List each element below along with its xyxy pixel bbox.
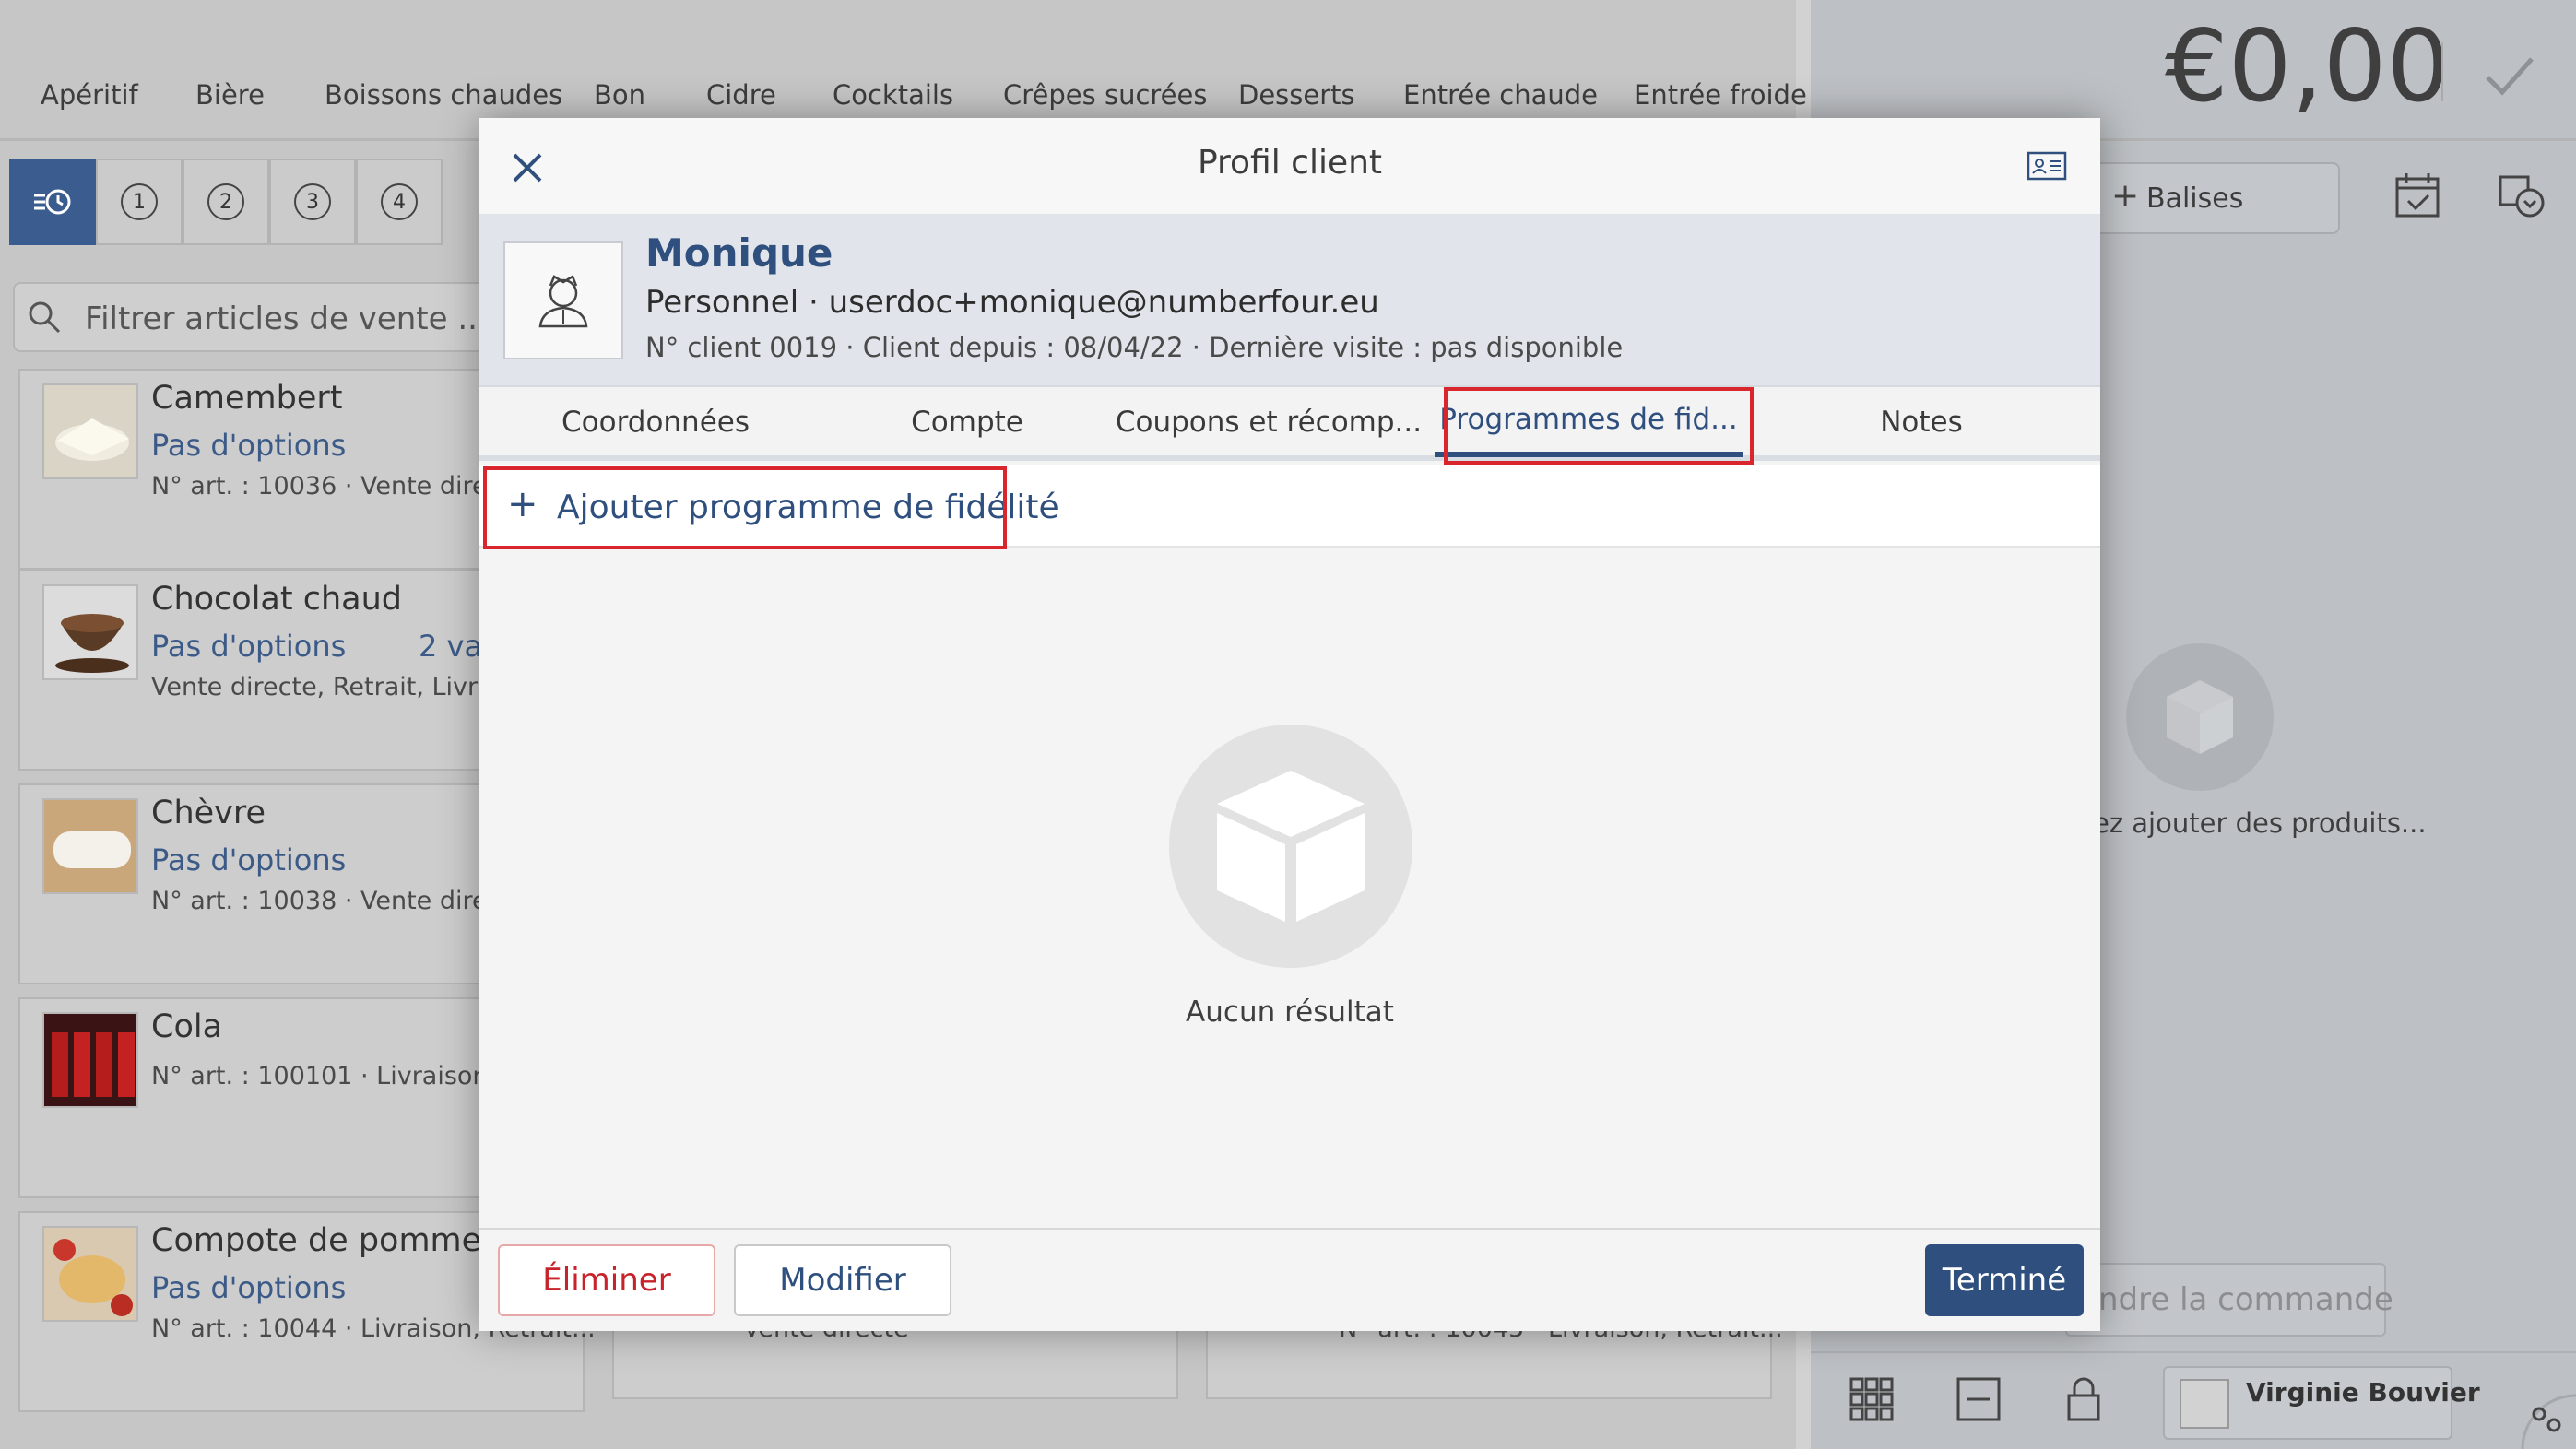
recent-list-icon bbox=[34, 189, 71, 215]
lock-icon[interactable] bbox=[2058, 1373, 2109, 1425]
category-tab-entree-chaude[interactable]: Entrée chaude bbox=[1403, 79, 1598, 111]
tab-coordonnees[interactable]: Coordonnées bbox=[479, 387, 832, 457]
total-separator bbox=[2441, 42, 2443, 101]
slot-button-2[interactable]: 2 bbox=[183, 159, 269, 245]
slot-number: 3 bbox=[294, 183, 331, 220]
category-tab-biere[interactable]: Bière bbox=[195, 79, 265, 111]
customer-details: N° client 0019 · Client depuis : 08/04/2… bbox=[645, 332, 1624, 363]
slot-number: 4 bbox=[381, 183, 418, 220]
highlight-box bbox=[483, 466, 1007, 549]
product-options: Pas d'options bbox=[151, 1270, 347, 1305]
search-icon bbox=[29, 301, 61, 334]
highlight-box bbox=[1444, 387, 1754, 465]
slot-button-4[interactable]: 4 bbox=[356, 159, 443, 245]
customer-avatar bbox=[503, 242, 623, 359]
product-name: Chèvre bbox=[151, 795, 266, 831]
transfer-icon[interactable] bbox=[2497, 170, 2548, 221]
place-order-label: ndre la commande bbox=[2098, 1281, 2393, 1318]
product-image bbox=[42, 584, 138, 680]
minus-box-icon[interactable] bbox=[1953, 1373, 2004, 1425]
settings-corner-icon[interactable] bbox=[2517, 1392, 2576, 1449]
calendar-check-icon[interactable] bbox=[2392, 170, 2443, 221]
customer-profile-dialog: Profil client Monique Personnel · userdo… bbox=[479, 118, 2100, 1331]
tags-label: Balises bbox=[2146, 183, 2244, 215]
category-tab-cidre[interactable]: Cidre bbox=[706, 79, 776, 111]
product-image bbox=[42, 383, 138, 479]
product-image bbox=[42, 1012, 138, 1108]
tab-compte[interactable]: Compte bbox=[832, 387, 1103, 457]
empty-cart-illustration bbox=[2126, 643, 2274, 791]
category-tab-desserts[interactable]: Desserts bbox=[1238, 79, 1355, 111]
tab-notes[interactable]: Notes bbox=[1743, 387, 2100, 457]
product-meta: N° art. : 10038 · Vente directe bbox=[151, 887, 526, 915]
footer-divider bbox=[1811, 1351, 2576, 1353]
delete-button[interactable]: Éliminer bbox=[498, 1244, 715, 1316]
grid-icon[interactable] bbox=[1846, 1373, 1897, 1425]
tab-coupons[interactable]: Coupons et récomp... bbox=[1103, 387, 1435, 457]
customer-type-email: Personnel · userdoc+monique@numberfour.e… bbox=[645, 284, 1379, 321]
filter-placeholder: Filtrer articles de vente ... bbox=[85, 300, 488, 337]
product-image bbox=[42, 798, 138, 894]
plus-icon: + bbox=[2111, 177, 2140, 215]
check-icon[interactable] bbox=[2482, 48, 2537, 103]
category-tab-cocktails[interactable]: Cocktails bbox=[833, 79, 953, 111]
box-icon bbox=[1217, 771, 1365, 922]
customer-name: Monique bbox=[645, 230, 833, 276]
product-name: Chocolat chaud bbox=[151, 581, 402, 618]
empty-state-illustration bbox=[1169, 724, 1412, 968]
product-options: Pas d'options bbox=[151, 629, 347, 664]
dialog-footer bbox=[479, 1228, 2100, 1331]
empty-cart-text: ez ajouter des produits... bbox=[2093, 807, 2427, 839]
product-options: Pas d'options bbox=[151, 428, 347, 463]
close-icon[interactable] bbox=[505, 146, 549, 190]
product-name: Cola bbox=[151, 1008, 223, 1045]
category-tab-boissons-chaudes[interactable]: Boissons chaudes bbox=[325, 79, 562, 111]
filter-input[interactable]: Filtrer articles de vente ... bbox=[13, 282, 511, 352]
category-tab-aperitif[interactable]: Apéritif bbox=[41, 79, 138, 111]
empty-state-text: Aucun résultat bbox=[1186, 995, 1394, 1029]
product-name: Compote de pommes bbox=[151, 1222, 499, 1259]
product-meta: Vente directe, Retrait, Livrais bbox=[151, 673, 514, 701]
user-button[interactable]: Virginie Bouvier bbox=[2163, 1366, 2480, 1440]
id-card-icon[interactable] bbox=[2027, 151, 2067, 181]
user-name: Virginie Bouvier bbox=[2246, 1377, 2480, 1408]
order-total: €0,00 bbox=[2165, 9, 2451, 124]
product-meta: N° art. : 100101 · Livraison, R bbox=[151, 1062, 522, 1090]
box-icon bbox=[2167, 680, 2233, 754]
product-meta: N° art. : 10036 · Vente directe bbox=[151, 472, 526, 501]
product-name: Camembert bbox=[151, 380, 343, 417]
done-button[interactable]: Terminé bbox=[1925, 1244, 2084, 1316]
slot-button-1[interactable]: 1 bbox=[96, 159, 183, 245]
modify-button[interactable]: Modifier bbox=[734, 1244, 951, 1316]
place-order-button[interactable]: ndre la commande bbox=[2065, 1263, 2393, 1337]
tags-button[interactable]: + Balises bbox=[2074, 162, 2340, 234]
dialog-title: Profil client bbox=[1197, 144, 1383, 182]
category-tab-bon[interactable]: Bon bbox=[594, 79, 645, 111]
product-options: Pas d'options bbox=[151, 842, 347, 878]
user-avatar-icon bbox=[2180, 1379, 2229, 1429]
category-tab-entree-froide[interactable]: Entrée froide bbox=[1634, 79, 1807, 111]
person-icon bbox=[538, 275, 588, 328]
slot-number: 2 bbox=[207, 183, 244, 220]
slot-number: 1 bbox=[121, 183, 158, 220]
product-image bbox=[42, 1226, 138, 1322]
recent-slot-button[interactable] bbox=[9, 159, 96, 245]
profile-tabs: Coordonnées Compte Coupons et récomp... … bbox=[479, 385, 2100, 461]
slot-button-3[interactable]: 3 bbox=[269, 159, 356, 245]
category-tab-crepes-sucrees[interactable]: Crêpes sucrées bbox=[1003, 79, 1207, 111]
